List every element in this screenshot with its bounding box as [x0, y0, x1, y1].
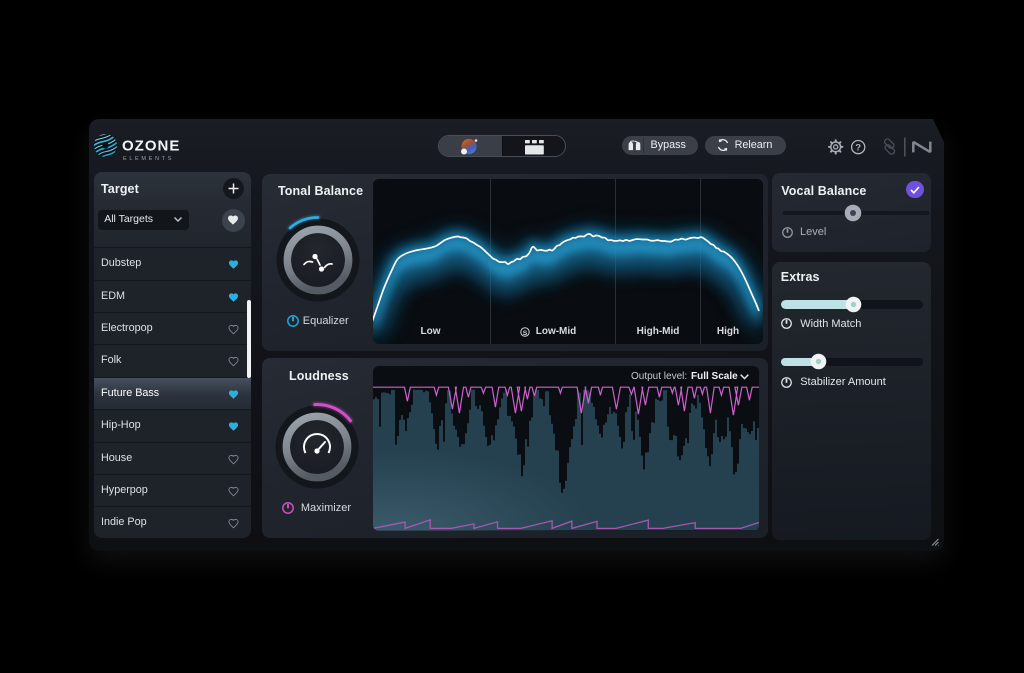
- svg-text:?: ?: [855, 143, 861, 154]
- svg-text:OZONE: OZONE: [122, 138, 180, 155]
- svg-text:ELEMENTS: ELEMENTS: [123, 156, 174, 162]
- svg-text:S: S: [523, 329, 528, 336]
